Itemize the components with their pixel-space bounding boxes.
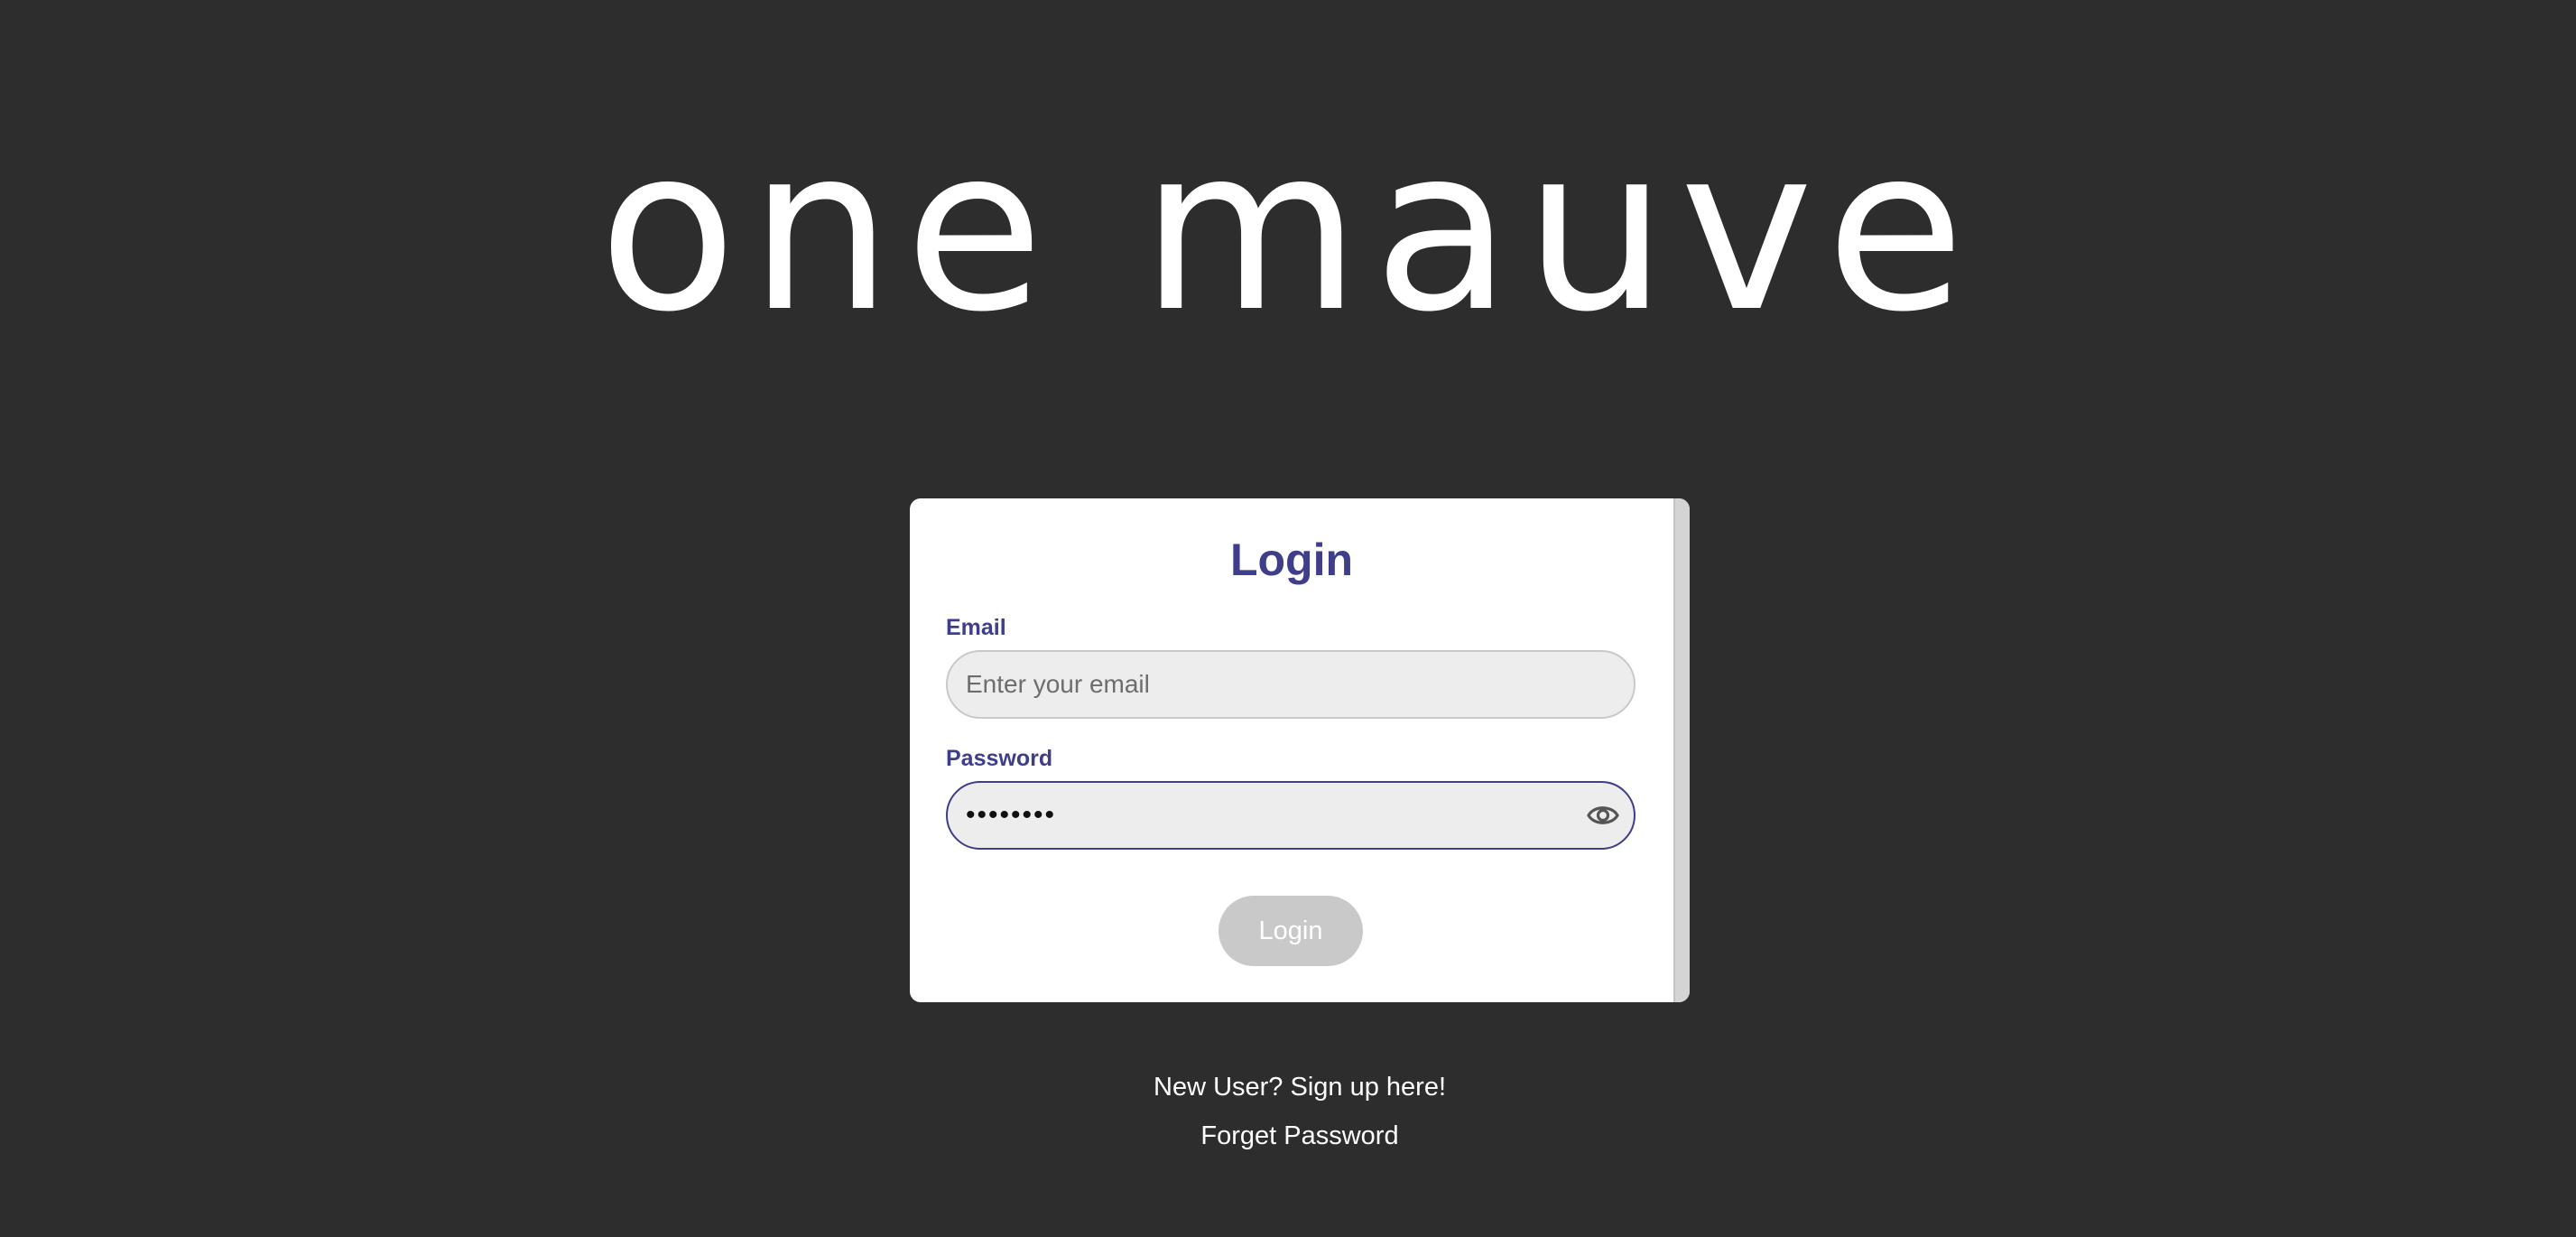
password-field-wrapper	[946, 781, 1635, 850]
email-input[interactable]	[966, 652, 1552, 717]
login-title: Login	[1229, 535, 1354, 585]
card-scrollbar[interactable]	[1673, 498, 1690, 1002]
email-label: Email	[946, 615, 1006, 640]
password-label: Password	[946, 746, 1053, 771]
app-logo: one mauve	[598, 98, 1978, 361]
password-input[interactable]	[966, 783, 1552, 848]
forgot-password-link[interactable]: Forget Password	[0, 1121, 2576, 1152]
eye-icon[interactable]	[1587, 801, 1619, 830]
email-field-wrapper	[946, 650, 1635, 719]
login-card: Login Email Password Login	[910, 498, 1690, 1002]
signup-link[interactable]: New User? Sign up here!	[0, 1072, 2576, 1103]
login-button[interactable]: Login	[1219, 896, 1363, 966]
